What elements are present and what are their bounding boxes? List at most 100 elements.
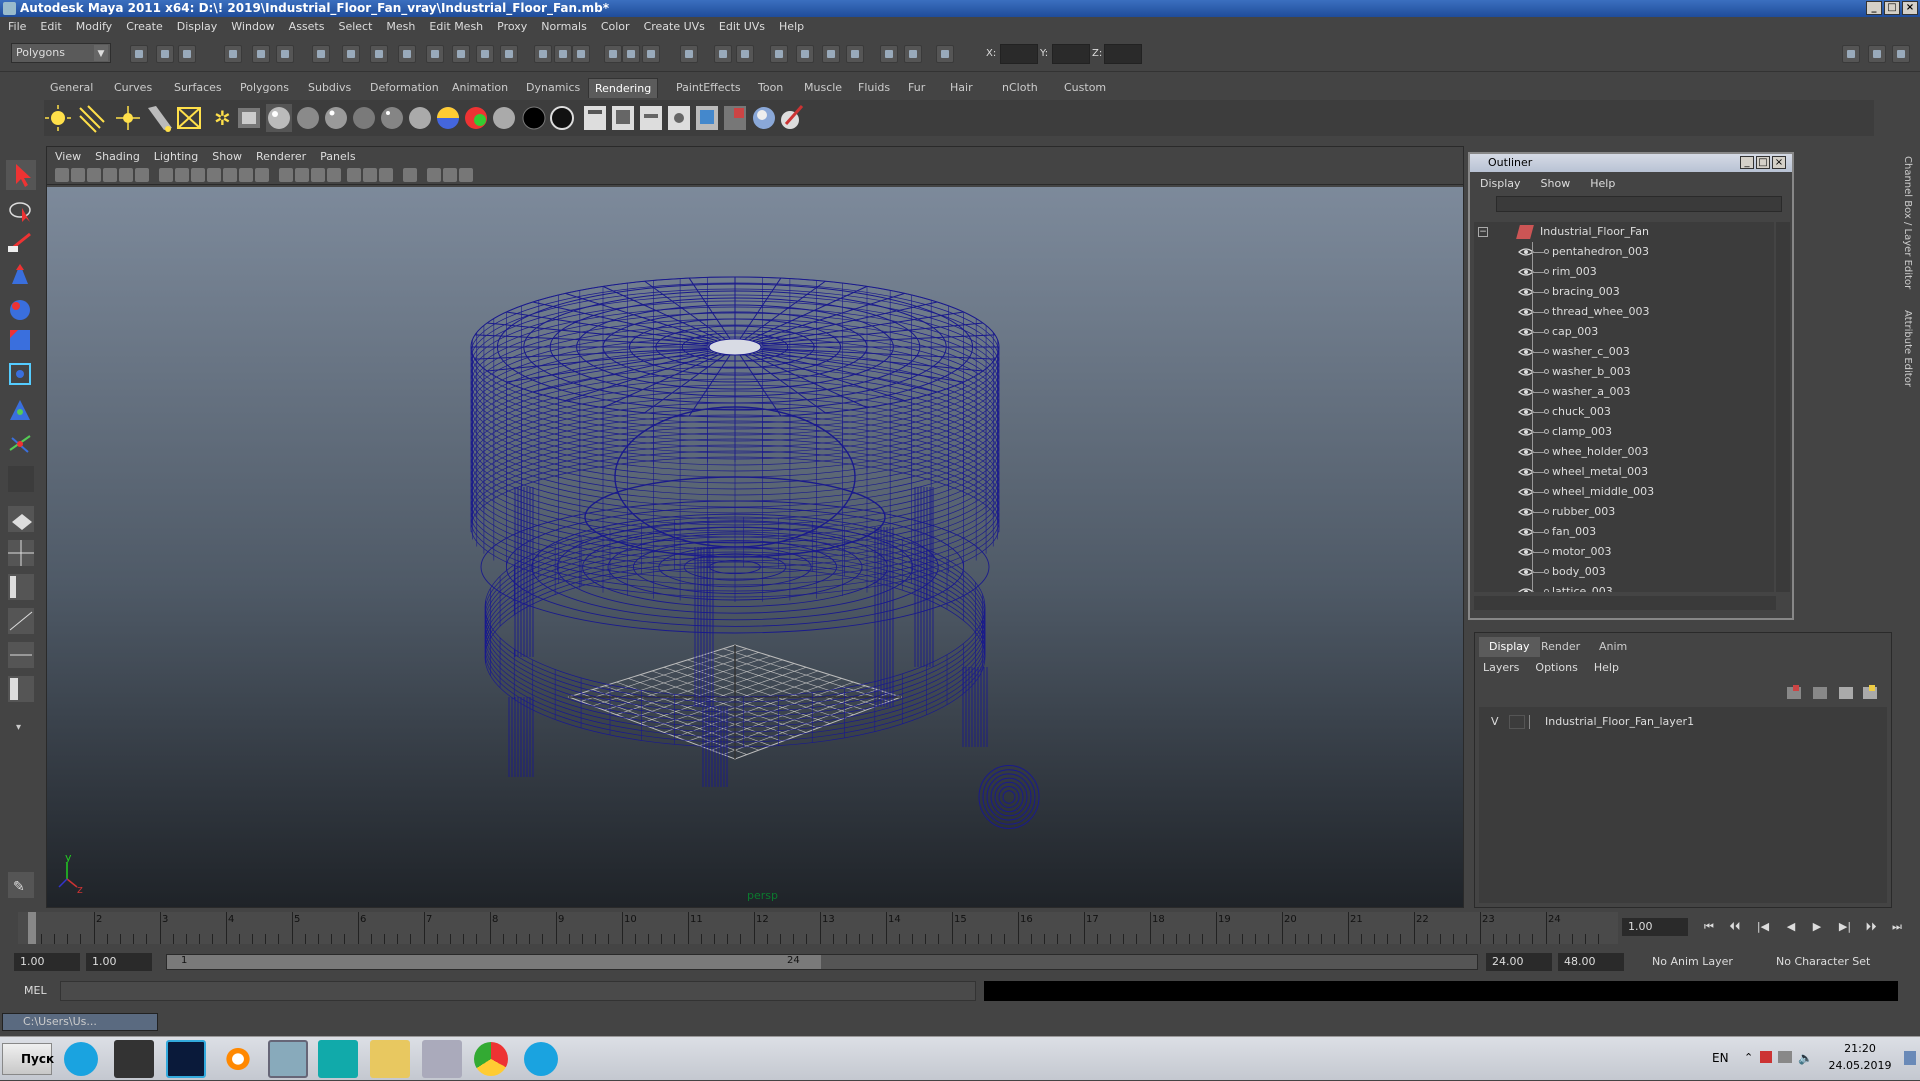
menu-color[interactable]: Color [601,20,630,33]
isolate-select-icon[interactable] [403,168,417,182]
phonge-material-icon[interactable] [381,107,403,129]
two-d-pan-icon[interactable] [135,168,149,182]
soft-modification-icon[interactable] [10,400,30,420]
language-indicator[interactable]: EN [1712,1051,1729,1065]
menu-create[interactable]: Create [126,20,163,33]
status-tool-6-icon[interactable] [904,45,922,63]
xray-joints-icon[interactable] [427,168,441,182]
outliner-item[interactable]: rubber_003 [1474,502,1774,522]
volume-icon[interactable]: 🔈 [1798,1051,1813,1065]
outliner-item[interactable]: fan_003 [1474,522,1774,542]
outliner-item[interactable]: pentahedron_003 [1474,242,1774,262]
hud-icon[interactable] [459,168,473,182]
start-button[interactable]: Пуск [2,1043,54,1075]
play-backward-icon[interactable]: ◀ [1782,920,1800,936]
move-layer-up-icon[interactable] [1839,687,1853,699]
x-field[interactable] [1000,44,1038,64]
skype-icon[interactable] [64,1042,98,1076]
outliner-item[interactable]: rim_003 [1474,262,1774,282]
persp-outliner-layout-icon[interactable] [8,574,34,600]
maya-icon[interactable] [268,1040,308,1078]
outliner-item[interactable]: whee_holder_003 [1474,442,1774,462]
smooth-wire-icon[interactable] [311,168,325,182]
shelf-tab-subdivs[interactable]: Subdivs [302,78,357,98]
photoshop-icon[interactable] [166,1040,206,1078]
lambert-material-icon[interactable] [297,107,319,129]
shelf-tab-polygons[interactable]: Polygons [234,78,295,98]
viewport-menu-renderer[interactable]: Renderer [256,150,306,163]
shelf-tab-curves[interactable]: Curves [108,78,158,98]
menu-display[interactable]: Display [177,20,218,33]
layer-menu-options[interactable]: Options [1535,661,1577,674]
outliner-item[interactable]: bracing_003 [1474,282,1774,302]
outliner-item[interactable]: cap_003 [1474,322,1774,342]
file-explorer-icon[interactable] [370,1040,410,1078]
step-back-key-icon[interactable]: |◀ [1754,920,1772,936]
new-layer-icon[interactable] [1787,685,1801,699]
shelf-tab-dynamics[interactable]: Dynamics [520,78,586,98]
channel-box-toggle-icon[interactable] [1868,45,1886,63]
render-diagnostics-icon[interactable] [724,106,746,130]
steam-icon[interactable] [114,1040,154,1078]
shelf-tab-painteffects[interactable]: PaintEffects [670,78,747,98]
render-settings-icon[interactable] [640,106,662,130]
shelf-tab-toon[interactable]: Toon [752,78,789,98]
outliner-item[interactable]: body_003 [1474,562,1774,582]
command-language-label[interactable]: MEL [24,984,47,997]
toolbox-expand-icon[interactable]: ▾ [16,722,21,733]
outliner-item[interactable]: wheel_metal_003 [1474,462,1774,482]
menu-normals[interactable]: Normals [541,20,587,33]
use-background-icon[interactable] [522,106,546,130]
input-ops-icon[interactable] [534,45,552,63]
outliner-menu-help[interactable]: Help [1590,177,1615,190]
status-tool-3-icon[interactable] [822,45,840,63]
area-light-icon[interactable] [177,107,201,129]
layer-color-swatch[interactable] [1529,715,1541,729]
shelf-tab-hair[interactable]: Hair [944,78,979,98]
ipr-icon[interactable] [604,45,622,63]
snap-plane-icon[interactable] [426,45,444,63]
x-ray-icon[interactable] [379,168,393,182]
outliner-item[interactable]: motor_003 [1474,542,1774,562]
show-desktop-icon[interactable] [1904,1051,1916,1065]
bookmark-icon[interactable] [103,168,117,182]
open-scene-icon[interactable] [156,45,174,63]
render-settings-icon[interactable] [622,45,640,63]
outliner-item[interactable]: washer_a_003 [1474,382,1774,402]
outliner-item[interactable]: chuck_003 [1474,402,1774,422]
show-manipulator-icon[interactable] [9,435,31,453]
directional-light-icon[interactable] [79,105,105,133]
smooth-shade-icon[interactable] [295,168,309,182]
menu-window[interactable]: Window [231,20,274,33]
current-frame-field[interactable]: 1.00 [1622,918,1688,936]
attribute-editor-tab[interactable]: Attribute Editor [1902,310,1913,387]
textured-icon[interactable] [327,168,341,182]
outliner-item[interactable]: clamp_003 [1474,422,1774,442]
film-gate-icon[interactable] [175,168,189,182]
collapse-icon[interactable]: − [1478,227,1488,237]
end-time-field[interactable]: 48.00 [1558,953,1624,971]
shelf-tab-rendering[interactable]: Rendering [588,78,659,98]
snap-grid-icon[interactable] [342,45,360,63]
gate-mask-icon[interactable] [207,168,221,182]
layer-menu-layers[interactable]: Layers [1483,661,1519,674]
lock-camera-icon[interactable] [71,168,85,182]
clock-time[interactable]: 21:20 [1820,1042,1900,1055]
move-tool-icon[interactable] [12,264,28,284]
snap-live-icon[interactable] [452,45,470,63]
render-view-icon[interactable] [612,106,634,130]
move-layer-down-icon[interactable] [1863,685,1877,699]
construction-history-icon[interactable] [500,45,518,63]
menu-mesh[interactable]: Mesh [386,20,415,33]
universal-manipulator-icon[interactable] [9,363,31,385]
shelf-tab-animation[interactable]: Animation [446,78,514,98]
chrome-icon[interactable] [474,1042,508,1076]
status-tool-7-icon[interactable] [936,45,954,63]
show-hypershade-icon[interactable] [642,45,660,63]
output-ops-icon[interactable] [554,45,572,63]
shelf-tab-ncloth[interactable]: nCloth [996,78,1044,98]
shelf-tab-muscle[interactable]: Muscle [798,78,848,98]
safe-action-icon[interactable] [239,168,253,182]
step-forward-key-icon[interactable]: ▶| [1836,920,1854,936]
viewport-canvas[interactable]: y z persp [47,187,1463,907]
